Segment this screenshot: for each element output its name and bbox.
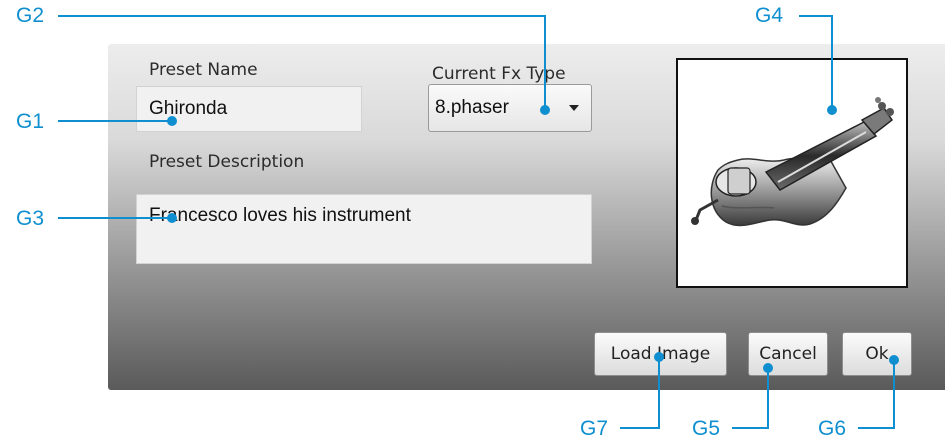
hurdy-gurdy-image bbox=[691, 97, 894, 227]
preset-image-frame bbox=[676, 58, 908, 288]
callout-g7: G7 bbox=[580, 417, 609, 440]
preset-name-input[interactable]: Ghironda bbox=[136, 86, 362, 132]
preset-name-value: Ghironda bbox=[149, 98, 228, 119]
ok-button[interactable]: Ok bbox=[842, 332, 912, 376]
chevron-down-icon bbox=[569, 105, 579, 111]
load-image-button[interactable]: Load Image bbox=[594, 332, 727, 376]
fx-type-selected: 8.phaser bbox=[435, 97, 509, 118]
callout-g6: G6 bbox=[818, 417, 847, 440]
fx-type-label: Current Fx Type bbox=[432, 64, 566, 84]
preset-description-input[interactable]: Francesco loves his instrument bbox=[136, 194, 592, 264]
preset-description-value: Francesco loves his instrument bbox=[149, 205, 411, 226]
fx-type-select[interactable]: 8.phaser bbox=[428, 84, 592, 132]
callout-g2: G2 bbox=[16, 4, 45, 27]
callout-g1: G1 bbox=[16, 110, 45, 133]
callout-g4: G4 bbox=[755, 4, 784, 27]
preset-description-label: Preset Description bbox=[149, 152, 305, 172]
callout-g5: G5 bbox=[692, 417, 721, 440]
cancel-button[interactable]: Cancel bbox=[748, 332, 828, 376]
preset-name-label: Preset Name bbox=[149, 60, 258, 80]
callout-g3: G3 bbox=[16, 207, 45, 230]
